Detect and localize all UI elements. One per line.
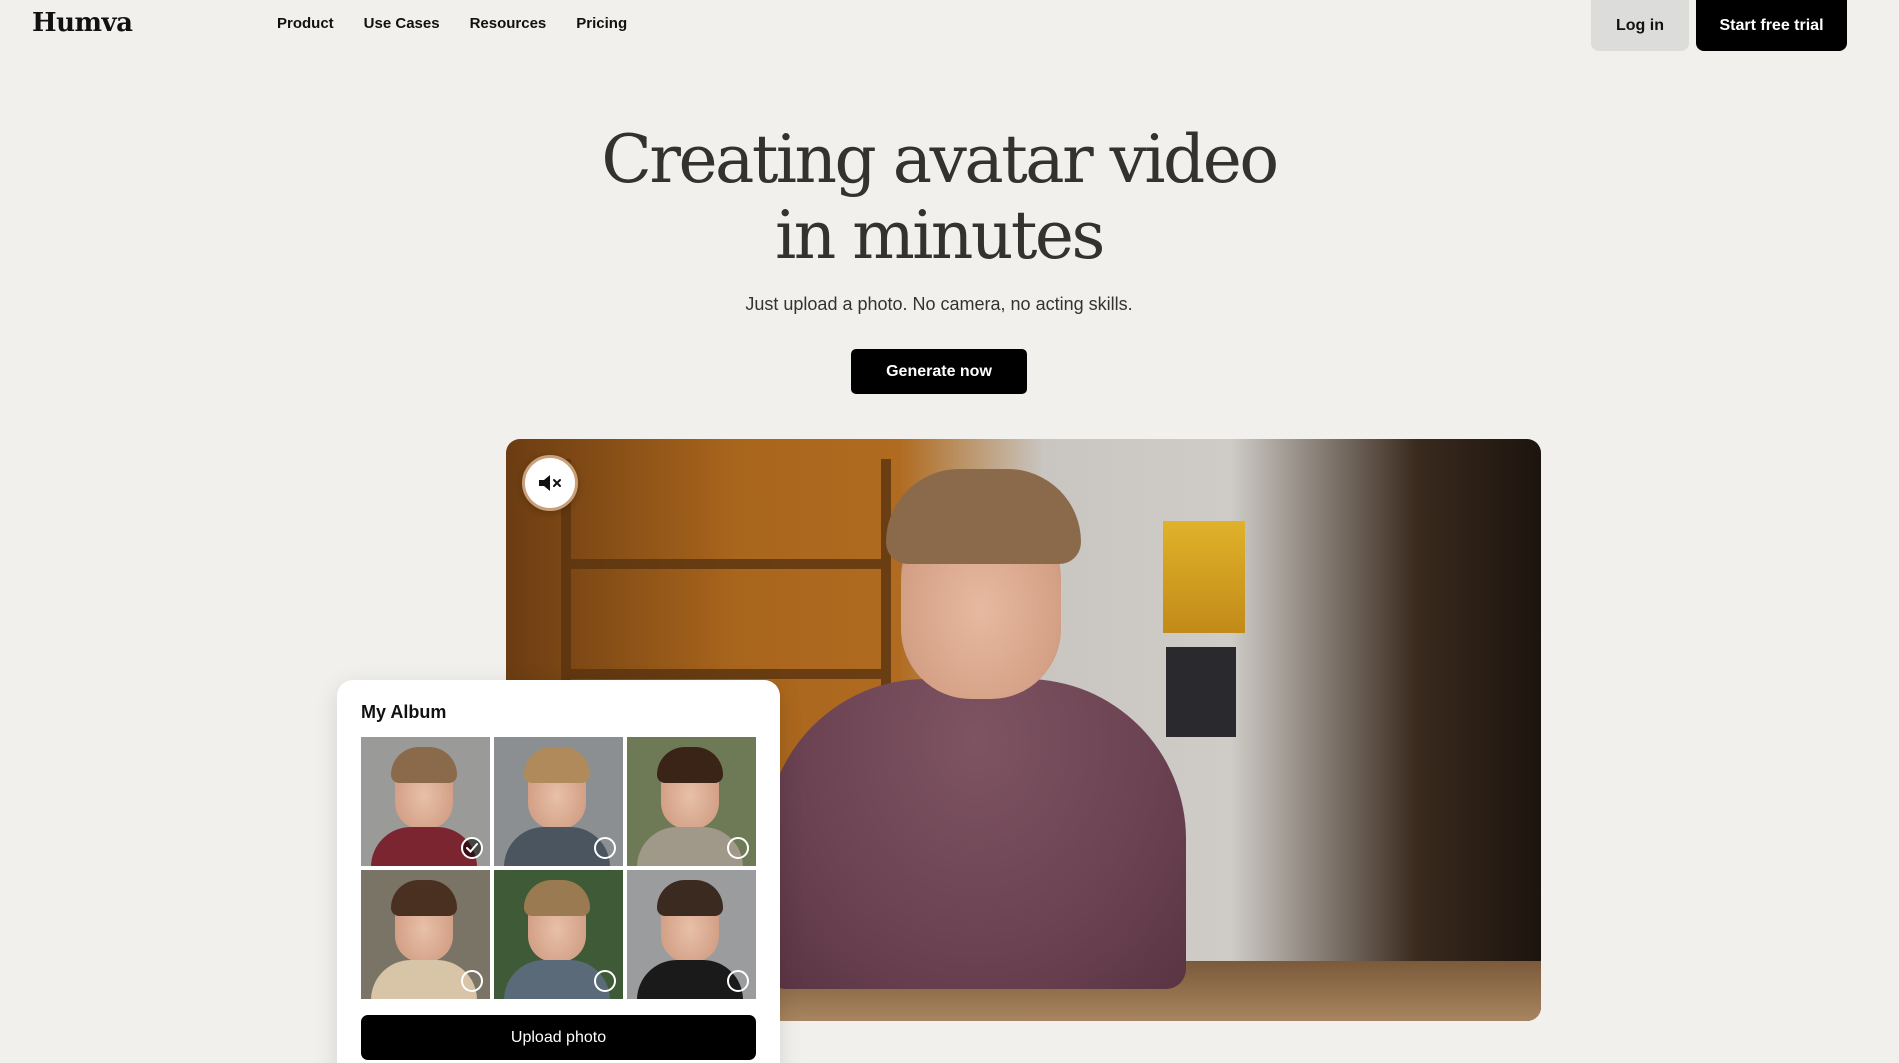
album-photo[interactable] [494,870,623,999]
select-circle-icon[interactable] [727,970,749,992]
select-circle-icon[interactable] [594,970,616,992]
mute-button[interactable] [522,455,578,511]
album-grid [361,737,756,999]
upload-photo-button[interactable]: Upload photo [361,1015,756,1060]
photo-hair [657,747,723,783]
select-circle-icon[interactable] [727,837,749,859]
logo[interactable]: Humva [32,8,133,38]
avatar-body [766,679,1186,989]
photo-hair [391,880,457,916]
album-photo[interactable] [627,870,756,999]
main-nav: Product Use Cases Resources Pricing [277,15,627,32]
checkmark-icon[interactable] [461,837,483,859]
my-album-card: My Album Upload photo [337,680,780,1063]
speaker-muted-icon [539,475,561,491]
album-photo[interactable] [361,737,490,866]
photo-hair [391,747,457,783]
album-photo[interactable] [494,737,623,866]
login-button[interactable]: Log in [1591,0,1689,51]
album-photo[interactable] [627,737,756,866]
avatar-hair [886,469,1081,564]
hero-title-line-2: in minutes [775,197,1105,274]
nav-pricing[interactable]: Pricing [576,15,627,32]
generate-now-button[interactable]: Generate now [851,349,1027,394]
video-background-poster [1163,521,1245,633]
nav-product[interactable]: Product [277,15,334,32]
hero-subtitle: Just upload a photo. No camera, no actin… [745,294,1133,314]
hero-title: Creating avatar video in minutes [0,122,1878,274]
landing-page: Humva Product Use Cases Resources Pricin… [0,0,1899,1063]
album-photo[interactable] [361,870,490,999]
album-title: My Album [361,702,447,722]
hero-title-line-1: Creating avatar video [601,121,1279,198]
photo-hair [524,880,590,916]
nav-use-cases[interactable]: Use Cases [364,15,440,32]
select-circle-icon[interactable] [461,970,483,992]
nav-resources[interactable]: Resources [470,15,547,32]
photo-hair [524,747,590,783]
photo-hair [657,880,723,916]
video-background-poster [1166,647,1236,737]
start-free-trial-button[interactable]: Start free trial [1696,0,1847,51]
select-circle-icon[interactable] [594,837,616,859]
